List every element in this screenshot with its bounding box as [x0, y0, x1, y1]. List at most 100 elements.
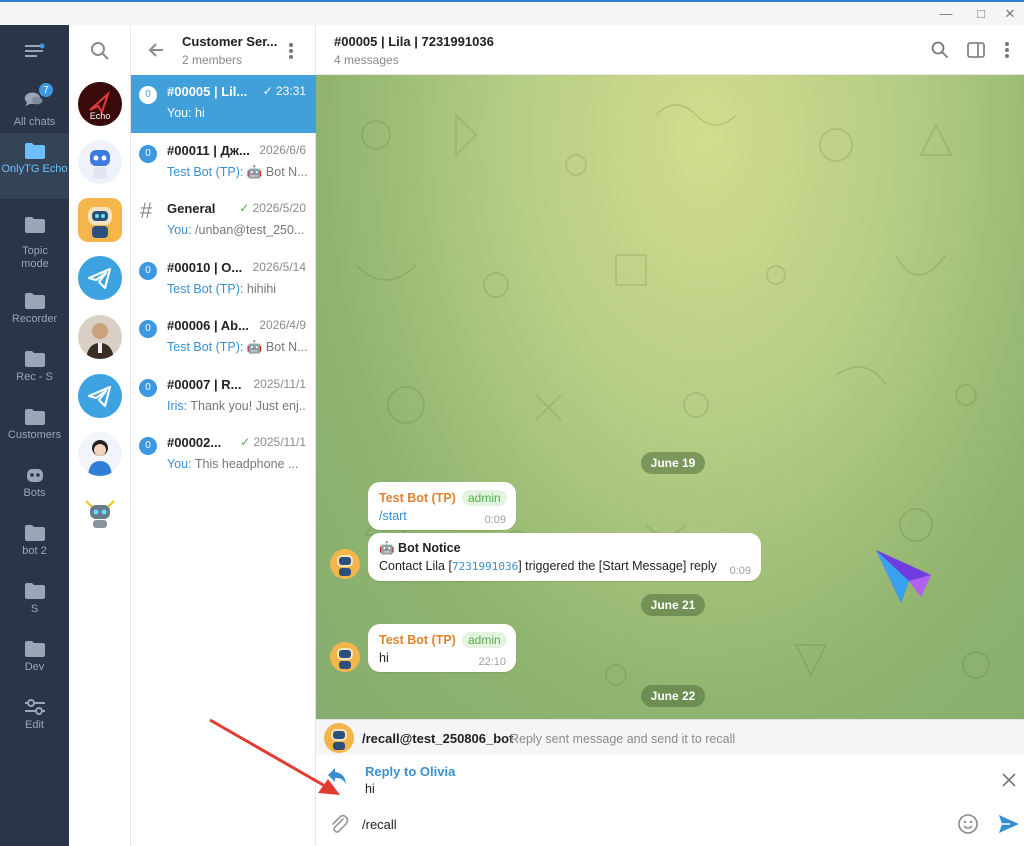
folder-dev[interactable]: Dev	[0, 631, 69, 689]
message-time: 0:09	[484, 514, 506, 526]
avatar-echo[interactable]: Echo	[78, 82, 122, 126]
avatar-robot[interactable]	[78, 140, 122, 184]
sidebar-toggle-icon[interactable]	[967, 41, 985, 59]
message-input[interactable]	[362, 813, 942, 835]
more-options-icon[interactable]	[1004, 41, 1010, 59]
chat-time: ✓ 23:31	[262, 84, 306, 98]
folder-recorder[interactable]: Recorder	[0, 283, 69, 341]
chat-row[interactable]: 0 #00002... ✓ 2025/11/1 You: This headph…	[131, 426, 316, 484]
more-options-icon[interactable]	[288, 42, 294, 60]
chat-row[interactable]: 0 #00007 | R... 2025/11/1 Iris: Thank yo…	[131, 368, 316, 426]
read-check-icon: ✓	[262, 84, 273, 98]
avatar-yellow-bot[interactable]	[78, 491, 122, 535]
chat-row[interactable]: 0 #00010 | O... 2026/5/14 Test Bot (TP):…	[131, 251, 316, 309]
search-icon[interactable]	[931, 41, 949, 59]
chat-time: 2025/11/1	[253, 377, 307, 391]
avatar-gentleman[interactable]	[78, 315, 122, 359]
chat-row[interactable]: 0 #00005 | Lil... ✓ 23:31 You: hi	[131, 75, 316, 133]
folder-icon	[25, 293, 45, 309]
folder-icon	[25, 641, 45, 657]
topic-badge: 0	[139, 320, 157, 338]
folder-label: Edit	[25, 719, 44, 731]
topic-badge: 0	[139, 86, 157, 104]
sender-avatar[interactable]	[330, 549, 360, 579]
avatar-telegram-2[interactable]	[78, 374, 122, 418]
chat-subtitle: 4 messages	[334, 53, 399, 67]
message-text: Contact Lila [7231991036] triggered the …	[379, 559, 717, 573]
chat-preview: You: This headphone ...	[167, 457, 299, 471]
chat-preview: You: hi	[167, 106, 205, 120]
window-title-bar: — □ ✕	[0, 0, 1024, 25]
unread-badge: 7	[38, 82, 54, 98]
chat-time: ✓ 2026/5/20	[239, 201, 306, 215]
folder-icon	[25, 583, 45, 599]
send-icon[interactable]	[997, 812, 1021, 836]
chat-preview: Test Bot (TP): 🤖 Bot N...	[167, 165, 307, 179]
sender-avatar[interactable]	[330, 642, 360, 672]
folder-label: OnlyTG Echo	[1, 163, 68, 175]
folder-label: Dev	[24, 661, 45, 673]
reply-label: Reply to Olivia	[365, 764, 456, 779]
folder-icon	[25, 525, 45, 541]
message-composer	[316, 803, 1024, 846]
attach-icon[interactable]	[328, 813, 350, 835]
chat-title: #00010 | O...	[167, 260, 243, 275]
avatar-telegram[interactable]	[78, 256, 122, 300]
folder-label: bot 2	[22, 545, 47, 557]
back-arrow-icon[interactable]	[147, 41, 165, 59]
chat-row[interactable]: # General ✓ 2026/5/20 You: /unban@test_2…	[131, 192, 316, 250]
hashtag-icon: #	[140, 198, 153, 223]
message-time: 22:10	[478, 656, 506, 668]
chat-title[interactable]: #00005 | Lila | 7231991036	[334, 34, 494, 49]
folder-sidebar: All chats 7 OnlyTG Echo Topic mode Recor…	[0, 25, 69, 846]
avatar-label: Echo	[89, 111, 111, 121]
bot-command-suggestion[interactable]: /recall@test_250806_bot Reply sent messa…	[316, 719, 1024, 755]
folder-label: Rec - S	[16, 371, 53, 383]
folder-onlytg-echo[interactable]: OnlyTG Echo	[0, 133, 69, 199]
admin-badge: admin	[462, 490, 507, 506]
folder-edit[interactable]: Edit	[0, 689, 69, 747]
folder-customers[interactable]: Customers	[0, 399, 69, 457]
read-check-icon: ✓	[240, 435, 251, 449]
reply-quoted-text: hi	[365, 782, 375, 796]
chat-preview: Test Bot (TP): hihihi	[167, 282, 277, 296]
topic-badge: 0	[139, 437, 157, 455]
chat-time: 2026/4/9	[259, 318, 306, 332]
read-check-icon: ✓	[239, 201, 250, 215]
folder-label: Recorder	[11, 313, 58, 325]
search-icon[interactable]	[90, 41, 110, 61]
date-separator: June 22	[641, 685, 705, 707]
folder-s[interactable]: S	[0, 573, 69, 631]
bot-avatar	[324, 723, 354, 753]
chat-wallpaper: June 19 Test Bot (TP) admin /start 0:09 …	[316, 75, 1024, 719]
chat-preview: You: /unban@test_250...	[167, 223, 305, 237]
folder-label: Customers	[7, 429, 62, 441]
close-window-icon[interactable]: ✕	[1000, 5, 1020, 23]
chat-title: #00006 | Ab...	[167, 318, 249, 333]
chat-row[interactable]: 0 #00006 | Ab... 2026/4/9 Test Bot (TP):…	[131, 309, 316, 367]
message-bubble[interactable]: Test Bot (TP) admin hi 22:10	[368, 624, 516, 672]
folder-bot-2[interactable]: bot 2	[0, 515, 69, 573]
folder-rec-s[interactable]: Rec - S	[0, 341, 69, 399]
folder-icon	[25, 351, 45, 367]
menu-icon[interactable]	[25, 43, 45, 59]
message-bubble[interactable]: Test Bot (TP) admin /start 0:09	[368, 482, 516, 530]
chat-title: #00005 | Lil...	[167, 84, 248, 99]
folder-label: Bots	[23, 487, 46, 499]
minimize-icon[interactable]: —	[936, 5, 956, 23]
message-bubble[interactable]: 🤖 Bot Notice Contact Lila [7231991036] t…	[368, 533, 761, 581]
chat-row[interactable]: 0 #00011 | Дж... 2026/6/6 Test Bot (TP):…	[131, 134, 316, 192]
reply-preview: Reply to Olivia hi	[316, 755, 1024, 803]
group-title: Customer Ser...	[182, 34, 278, 49]
emoji-icon[interactable]	[957, 813, 979, 835]
chat-header: #00005 | Lila | 7231991036 4 messages	[316, 25, 1024, 75]
edit-icon	[25, 699, 45, 715]
cancel-reply-icon[interactable]	[1002, 773, 1016, 787]
message-command-link[interactable]: /start	[379, 509, 407, 523]
folder-topic-mode[interactable]: Topic mode	[0, 207, 69, 273]
folder-bots[interactable]: Bots	[0, 457, 69, 515]
avatar-agent[interactable]	[78, 432, 122, 476]
avatar-orange-bot[interactable]	[78, 198, 122, 242]
maximize-icon[interactable]: □	[971, 5, 991, 23]
group-avatar-column: Echo	[69, 25, 141, 846]
